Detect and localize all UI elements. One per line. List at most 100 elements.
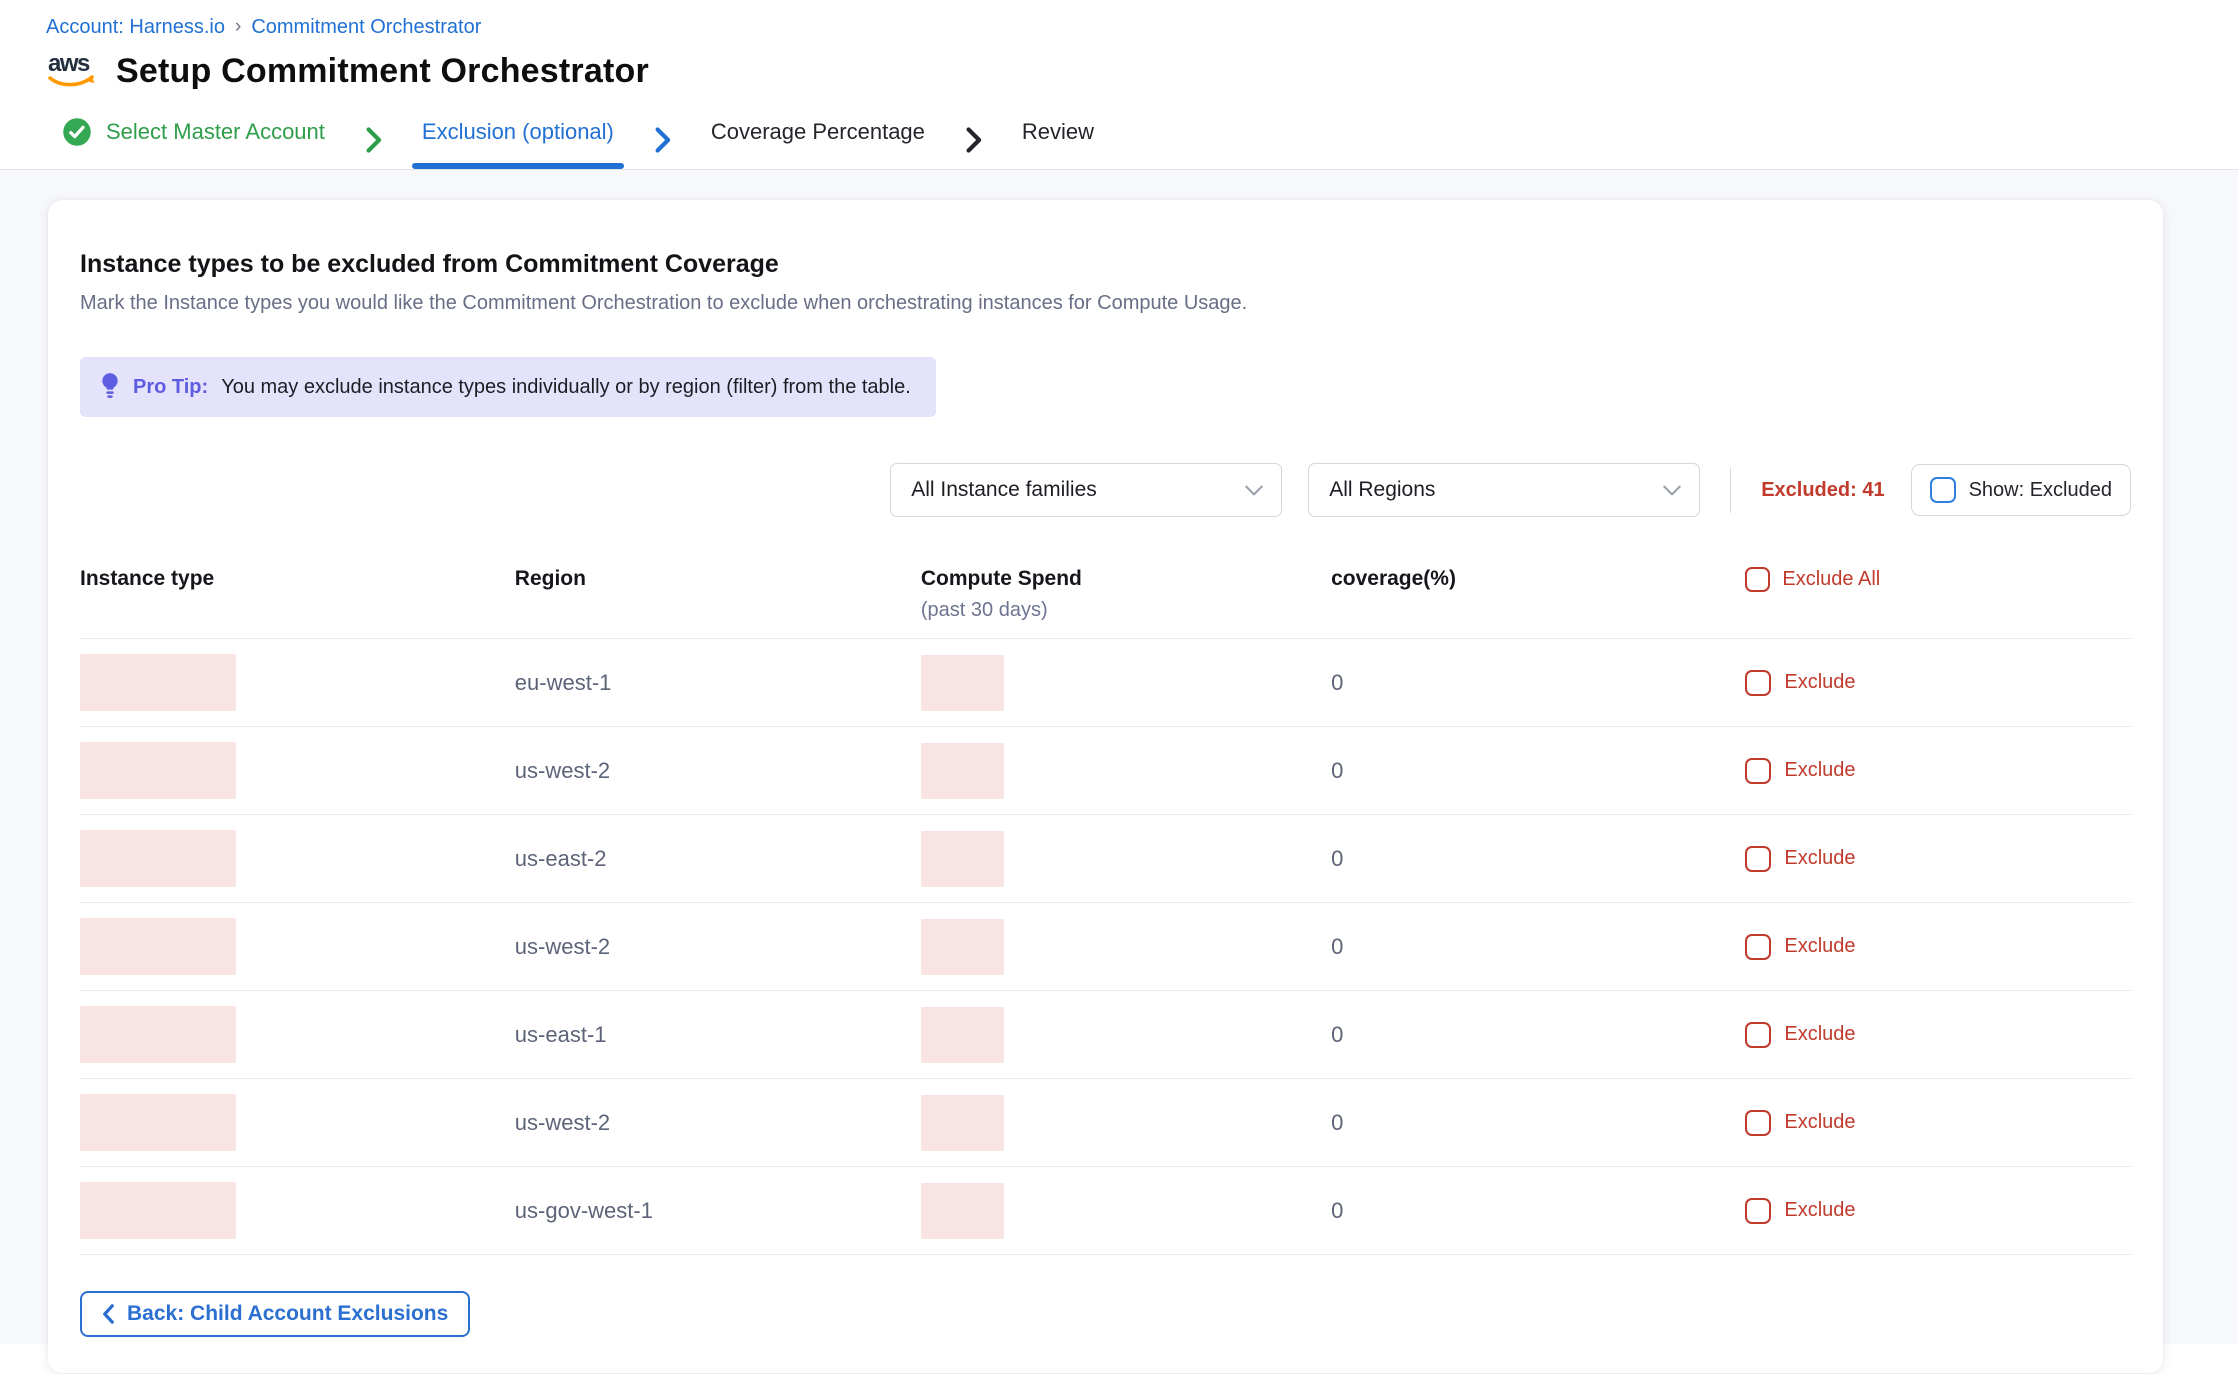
region-cell: us-west-2 xyxy=(515,934,921,960)
show-excluded-toggle[interactable]: Show: Excluded xyxy=(1911,464,2131,516)
table-row: eu-west-1 0 Exclude xyxy=(80,639,2131,727)
chevron-right-icon xyxy=(365,126,382,154)
step-review[interactable]: Review xyxy=(1012,113,1104,167)
exclude-row-toggle[interactable]: Exclude xyxy=(1745,758,2131,784)
exclude-row-checkbox[interactable] xyxy=(1745,758,1771,784)
column-header-compute-spend-note: (past 30 days) xyxy=(921,599,1331,622)
chevron-left-icon xyxy=(102,1304,115,1324)
exclude-row-toggle[interactable]: Exclude xyxy=(1745,1022,2131,1048)
coverage-cell: 0 xyxy=(1331,758,1745,784)
region-cell: eu-west-1 xyxy=(515,670,921,696)
page-title: Setup Commitment Orchestrator xyxy=(116,52,649,91)
exclude-row-toggle[interactable]: Exclude xyxy=(1745,1110,2131,1136)
coverage-cell: 0 xyxy=(1331,1022,1745,1048)
coverage-cell: 0 xyxy=(1331,846,1745,872)
region-cell: us-east-1 xyxy=(515,1022,921,1048)
show-excluded-checkbox[interactable] xyxy=(1930,477,1956,503)
table-row: us-west-2 0 Exclude xyxy=(80,1079,2131,1167)
region-select[interactable]: All Regions xyxy=(1308,463,1700,517)
vertical-divider xyxy=(1730,467,1731,513)
instance-family-select-value: All Instance families xyxy=(911,478,1097,502)
stepper: Select Master Account Exclusion (optiona… xyxy=(46,111,2238,169)
coverage-cell: 0 xyxy=(1331,670,1745,696)
breadcrumb: Account: Harness.io › Commitment Orchest… xyxy=(46,16,2238,39)
breadcrumb-account-link[interactable]: Account: Harness.io xyxy=(46,16,225,39)
step-label: Select Master Account xyxy=(106,119,325,145)
show-excluded-label: Show: Excluded xyxy=(1969,479,2112,502)
back-button-label: Back: Child Account Exclusions xyxy=(127,1302,448,1326)
table-row: us-west-2 0 Exclude xyxy=(80,727,2131,815)
coverage-cell: 0 xyxy=(1331,1198,1745,1224)
instance-type-redacted-block xyxy=(80,918,236,975)
chevron-right-icon xyxy=(654,126,671,154)
exclude-row-toggle[interactable]: Exclude xyxy=(1745,934,2131,960)
exclude-row-toggle[interactable]: Exclude xyxy=(1745,670,2131,696)
aws-logo-icon: aws xyxy=(46,49,100,93)
region-cell: us-west-2 xyxy=(515,758,921,784)
check-circle-icon xyxy=(62,117,92,147)
column-header-region: Region xyxy=(515,567,921,591)
step-label: Coverage Percentage xyxy=(711,119,925,145)
exclude-row-label: Exclude xyxy=(1784,935,1855,958)
title-row: aws Setup Commitment Orchestrator xyxy=(46,49,2238,93)
chevron-down-icon xyxy=(1663,485,1681,496)
breadcrumb-chevron-icon: › xyxy=(235,16,241,38)
step-select-master-account[interactable]: Select Master Account xyxy=(52,111,335,169)
exclude-all-checkbox[interactable] xyxy=(1745,567,1770,592)
table-row: us-east-1 0 Exclude xyxy=(80,991,2131,1079)
exclude-row-toggle[interactable]: Exclude xyxy=(1745,1198,2131,1224)
exclude-row-label: Exclude xyxy=(1784,847,1855,870)
step-label: Exclusion (optional) xyxy=(422,119,614,145)
exclude-row-toggle[interactable]: Exclude xyxy=(1745,846,2131,872)
exclude-row-checkbox[interactable] xyxy=(1745,1022,1771,1048)
table-header-row: Instance type Region Compute Spend (past… xyxy=(80,567,2131,639)
column-header-instance-type: Instance type xyxy=(80,567,515,591)
region-cell: us-west-2 xyxy=(515,1110,921,1136)
column-header-compute-spend: Compute Spend xyxy=(921,567,1331,591)
back-child-account-exclusions-button[interactable]: Back: Child Account Exclusions xyxy=(80,1291,470,1337)
coverage-cell: 0 xyxy=(1331,1110,1745,1136)
filters-row: All Instance families All Regions Exclud… xyxy=(80,463,2131,517)
card-subheading: Mark the Instance types you would like t… xyxy=(80,292,2131,315)
compute-spend-redacted-block xyxy=(921,831,1004,887)
chevron-right-icon xyxy=(965,126,982,154)
instance-type-redacted-block xyxy=(80,830,236,887)
instance-type-redacted-block xyxy=(80,742,236,799)
exclude-row-label: Exclude xyxy=(1784,759,1855,782)
protip-label: Pro Tip: xyxy=(133,376,208,399)
instance-type-redacted-block xyxy=(80,1094,236,1151)
instance-type-redacted-block xyxy=(80,654,236,711)
coverage-cell: 0 xyxy=(1331,934,1745,960)
exclude-all-label: Exclude All xyxy=(1782,568,1880,591)
exclusion-card: Instance types to be excluded from Commi… xyxy=(48,200,2163,1373)
exclude-row-label: Exclude xyxy=(1784,671,1855,694)
step-coverage-percentage[interactable]: Coverage Percentage xyxy=(701,113,935,167)
instance-family-select[interactable]: All Instance families xyxy=(890,463,1282,517)
compute-spend-redacted-block xyxy=(921,1183,1004,1239)
table-row: us-east-2 0 Exclude xyxy=(80,815,2131,903)
svg-text:aws: aws xyxy=(48,50,90,77)
table-body: eu-west-1 0 Exclude us-west-2 0 Exclude xyxy=(80,639,2131,1255)
protip-banner: Pro Tip: You may exclude instance types … xyxy=(80,357,936,417)
compute-spend-redacted-block xyxy=(921,1095,1004,1151)
exclude-row-checkbox[interactable] xyxy=(1745,1110,1771,1136)
breadcrumb-page-link[interactable]: Commitment Orchestrator xyxy=(251,16,481,39)
content-background: Instance types to be excluded from Commi… xyxy=(0,170,2238,1344)
compute-spend-redacted-block xyxy=(921,743,1004,799)
exclude-row-label: Exclude xyxy=(1784,1111,1855,1134)
region-select-value: All Regions xyxy=(1329,478,1435,502)
step-exclusion[interactable]: Exclusion (optional) xyxy=(412,113,624,167)
compute-spend-redacted-block xyxy=(921,1007,1004,1063)
table-row: us-west-2 0 Exclude xyxy=(80,903,2131,991)
lightbulb-icon xyxy=(100,372,120,402)
exclude-all-toggle[interactable]: Exclude All xyxy=(1745,567,2131,592)
exclude-row-checkbox[interactable] xyxy=(1745,670,1771,696)
exclude-row-checkbox[interactable] xyxy=(1745,934,1771,960)
protip-text: You may exclude instance types individua… xyxy=(221,376,911,399)
exclude-row-checkbox[interactable] xyxy=(1745,846,1771,872)
chevron-down-icon xyxy=(1245,485,1263,496)
exclusion-table: Instance type Region Compute Spend (past… xyxy=(80,567,2131,1255)
exclude-row-checkbox[interactable] xyxy=(1745,1198,1771,1224)
card-heading: Instance types to be excluded from Commi… xyxy=(80,250,2131,279)
instance-type-redacted-block xyxy=(80,1182,236,1239)
